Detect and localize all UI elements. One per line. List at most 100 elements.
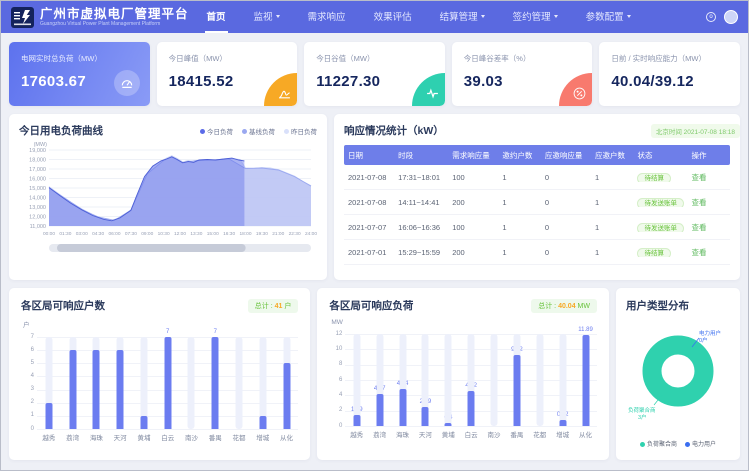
y-axis-unit: MW	[331, 319, 597, 326]
svg-text:09:00: 09:00	[141, 231, 153, 237]
response-table: 日期时段需求响应量邀约户数应邀响应量应邀户数状态操作2021-07-0817:3…	[344, 145, 730, 265]
bar	[559, 420, 566, 426]
kpi-row: 电网实时总负荷（MW） 17603.67今日峰值（MW） 18415.52今日谷…	[1, 33, 748, 114]
bar-column: 7	[156, 337, 180, 429]
bar-track	[353, 334, 360, 426]
bar-column: 6	[61, 337, 85, 429]
cell-responded: 0	[541, 173, 591, 182]
x-axis-label: 越秀	[345, 429, 368, 439]
kpi-card-3: 今日峰谷差率（%） 39.03	[452, 42, 593, 106]
x-axis-label: 南沙	[483, 429, 506, 439]
x-axis-label: 白云	[460, 429, 483, 439]
nav-item-5[interactable]: 签约管理	[511, 1, 560, 33]
bar-column: 6	[108, 337, 132, 429]
chevron-down-icon	[481, 15, 485, 18]
district-load-title: 各区局可响应负荷	[329, 298, 413, 313]
bar	[422, 407, 429, 426]
column-header: 日期	[344, 150, 394, 161]
bar	[445, 423, 452, 426]
svg-text:18:00: 18:00	[239, 231, 251, 237]
bar	[212, 337, 219, 429]
app-title: 广州市虚拟电厂管理平台	[40, 8, 189, 21]
svg-text:15:00: 15:00	[207, 231, 219, 237]
bar-track	[536, 334, 543, 426]
column-header: 需求响应量	[448, 150, 498, 161]
app-logo-icon	[11, 7, 34, 28]
load-curve-title: 今日用电负荷曲线	[19, 123, 103, 138]
bar-track	[445, 334, 452, 426]
svg-text:19:30: 19:30	[256, 231, 268, 237]
beijing-time-badge: 北京时间 2021-07-08 18:18	[651, 124, 740, 138]
view-link[interactable]: 查看	[691, 173, 706, 182]
nav-item-2[interactable]: 需求响应	[306, 1, 348, 33]
bar	[164, 337, 171, 429]
svg-text:15,000: 15,000	[29, 186, 46, 192]
view-link[interactable]: 查看	[691, 223, 706, 232]
bar-column: 9.32	[505, 334, 528, 426]
status-badge: 待发送账单	[637, 198, 684, 207]
column-header: 状态	[633, 150, 687, 161]
bar-column: 2.49	[414, 334, 437, 426]
kpi-label: 日前 / 实时响应能力（MW）	[611, 53, 728, 64]
legend-dot-icon	[242, 129, 247, 134]
kpi-label: 今日峰谷差率（%）	[464, 53, 581, 64]
notification-icon[interactable]: o	[706, 12, 716, 22]
view-link[interactable]: 查看	[691, 248, 706, 257]
svg-text:01:30: 01:30	[59, 231, 71, 237]
cell-invited: 1	[498, 198, 540, 207]
svg-text:04:30: 04:30	[92, 231, 104, 237]
x-axis-label: 黄埔	[437, 429, 460, 439]
mid-row: 今日用电负荷曲线 今日负荷基线负荷昨日负荷 (MW)11,00012,00013…	[1, 114, 748, 280]
cell-responded: 0	[541, 248, 591, 257]
datazoom-handle[interactable]	[57, 244, 246, 252]
cell-date: 2021-07-01	[344, 248, 394, 257]
app-subtitle: Guangzhou Virtual Power Plant Management…	[40, 21, 189, 27]
legend-dot-icon	[284, 129, 289, 134]
brand: 广州市虚拟电厂管理平台 Guangzhou Virtual Power Plan…	[40, 8, 189, 27]
bar	[468, 391, 475, 426]
bar-value-label: 11.89	[578, 327, 593, 333]
svg-text:07:30: 07:30	[125, 231, 137, 237]
nav-item-0[interactable]: 首页	[205, 1, 228, 33]
legend-dot-icon	[640, 442, 645, 447]
cell-responded_users: 1	[591, 223, 633, 232]
kpi-card-1: 今日峰值（MW） 18415.52	[157, 42, 298, 106]
table-row: 2021-07-0814:11~14:41200101待发送账单查看	[344, 190, 730, 215]
column-header: 时段	[394, 150, 448, 161]
svg-text:11,000: 11,000	[30, 224, 46, 230]
cell-period: 17:31~18:01	[394, 173, 448, 182]
status-badge: 待发送账单	[637, 223, 684, 232]
bar-column: 0	[483, 334, 506, 426]
legend-item[interactable]: 负荷聚合商	[640, 439, 677, 448]
load-curve-card: 今日用电负荷曲线 今日负荷基线负荷昨日负荷 (MW)11,00012,00013…	[9, 114, 327, 280]
bar-column: 6	[85, 337, 109, 429]
bar	[582, 335, 589, 426]
nav-item-3[interactable]: 效果评估	[372, 1, 414, 33]
legend-item[interactable]: 基线负荷	[242, 126, 275, 136]
nav-item-4[interactable]: 结算管理	[438, 1, 487, 33]
district-load-card: 各区局可响应负荷 总计 : 40.04 MW MW 024681012 1.39…	[317, 288, 609, 460]
column-header: 操作	[687, 150, 729, 161]
nav-item-6[interactable]: 参数配置	[584, 1, 633, 33]
x-axis-label: 番禺	[505, 429, 528, 439]
cell-date: 2021-07-08	[344, 198, 394, 207]
legend-item[interactable]: 昨日负荷	[284, 126, 317, 136]
nav-item-1[interactable]: 监视	[252, 1, 282, 33]
x-axis-label: 从化	[275, 432, 299, 442]
bar-column: 5	[275, 337, 299, 429]
kpi-value: 11227.30	[316, 73, 433, 90]
view-link[interactable]: 查看	[691, 198, 706, 207]
legend-item[interactable]: 电力用户	[685, 439, 716, 448]
bar-column: 0	[180, 337, 204, 429]
cell-invited: 1	[498, 223, 540, 232]
bar	[93, 350, 100, 429]
svg-text:13:30: 13:30	[190, 231, 202, 237]
svg-text:16,000: 16,000	[29, 177, 46, 183]
user-avatar[interactable]	[724, 10, 738, 24]
legend-item[interactable]: 今日负荷	[200, 126, 233, 136]
svg-text:21:00: 21:00	[272, 231, 284, 237]
bar	[140, 416, 147, 429]
x-axis-label: 天河	[108, 432, 132, 442]
svg-text:13,000: 13,000	[29, 205, 46, 211]
bar-track	[491, 334, 498, 426]
